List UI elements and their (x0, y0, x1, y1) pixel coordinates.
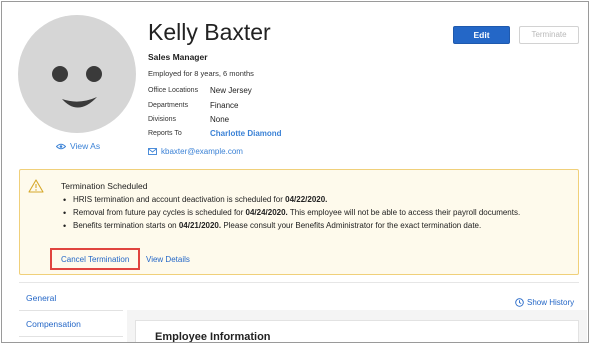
clock-icon (515, 298, 524, 307)
divisions-label: Divisions (148, 116, 177, 123)
warning-triangle-icon (28, 179, 44, 193)
show-history-link[interactable]: Show History (515, 298, 574, 307)
reports-to-label: Reports To (148, 130, 182, 137)
view-details-link[interactable]: View Details (146, 255, 190, 264)
divisions-value: None (210, 115, 230, 124)
departments-label: Departments (148, 102, 189, 109)
section-divider (19, 282, 579, 283)
envelope-icon (148, 148, 157, 155)
employee-profile-page: View As Kelly Baxter Sales Manager Emplo… (1, 1, 589, 343)
view-as-link[interactable]: View As (56, 141, 100, 151)
edit-button[interactable]: Edit (453, 26, 510, 44)
alert-list: HRIS termination and account deactivatio… (61, 194, 573, 233)
employee-tenure: Employed for 8 years, 6 months (148, 69, 254, 78)
alert-item-payroll: Removal from future pay cycles is schedu… (61, 207, 573, 219)
alert-heading: Termination Scheduled (61, 181, 148, 191)
alert-item-benefits: Benefits termination starts on 04/21/202… (61, 220, 573, 232)
cancel-termination-link[interactable]: Cancel Termination (61, 255, 129, 264)
nav-item-general[interactable]: General (26, 293, 56, 303)
avatar (18, 15, 136, 133)
employee-title: Sales Manager (148, 52, 208, 62)
reports-to-link[interactable]: Charlotte Diamond (210, 129, 282, 138)
nav-divider (19, 336, 123, 337)
email-address[interactable]: kbaxter@example.com (161, 147, 243, 156)
view-as-label[interactable]: View As (70, 141, 100, 151)
person-placeholder-icon (18, 15, 136, 133)
show-history-label[interactable]: Show History (527, 298, 574, 307)
eye-icon (56, 143, 66, 149)
terminate-button[interactable]: Terminate (519, 26, 579, 44)
employee-name: Kelly Baxter (148, 19, 271, 45)
office-locations-label: Office Locations (148, 87, 199, 94)
nav-item-compensation[interactable]: Compensation (26, 319, 81, 329)
office-locations-value: New Jersey (210, 86, 252, 95)
email-link[interactable]: kbaxter@example.com (148, 147, 243, 156)
alert-item-hris: HRIS termination and account deactivatio… (61, 194, 573, 206)
employee-information-title: Employee Information (155, 331, 271, 343)
nav-divider (19, 310, 123, 311)
departments-value: Finance (210, 101, 239, 110)
